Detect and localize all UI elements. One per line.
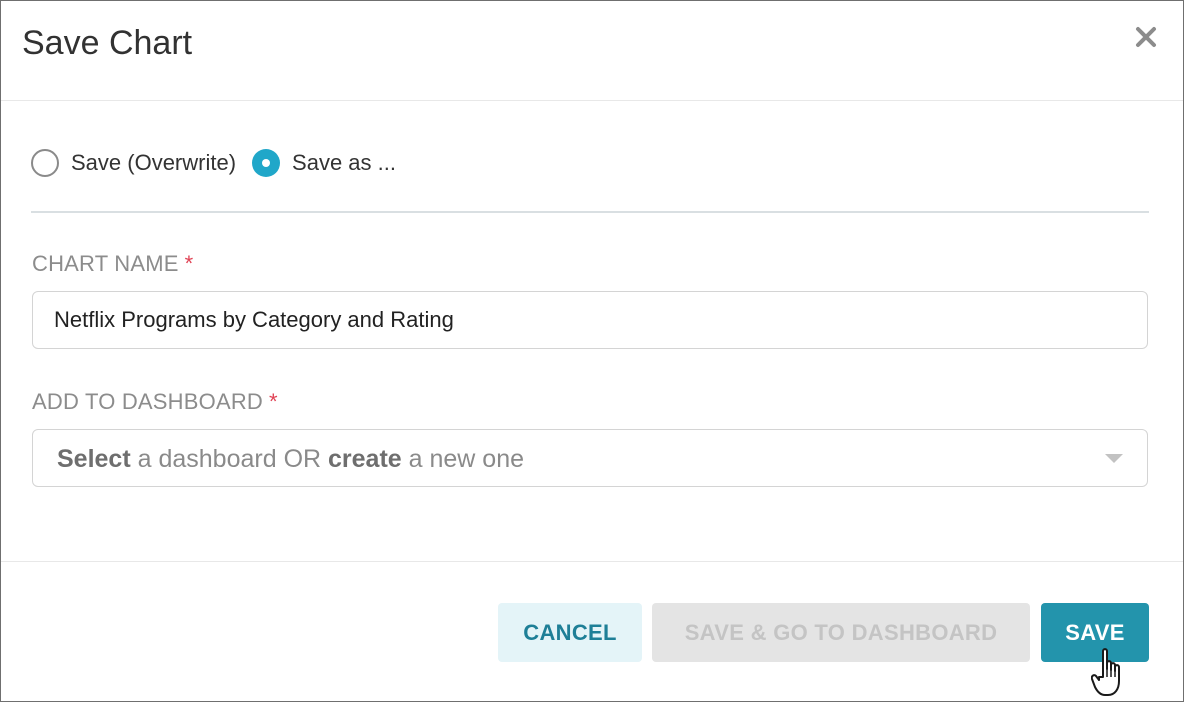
save-chart-dialog: Save Chart Save (Overwrite) Save as ... …	[0, 0, 1184, 702]
footer-divider	[1, 561, 1183, 562]
dialog-title: Save Chart	[22, 24, 193, 62]
radio-button-checked[interactable]	[252, 149, 281, 177]
cancel-button[interactable]: CANCEL	[498, 603, 642, 662]
dashboard-label-text: ADD TO DASHBOARD	[32, 389, 263, 414]
save-and-go-to-dashboard-button: SAVE & GO TO DASHBOARD	[652, 603, 1030, 662]
close-button[interactable]	[1132, 23, 1160, 51]
dialog-header: Save Chart	[1, 1, 1183, 101]
placeholder-create-word: create	[328, 445, 402, 473]
save-mode-radio-group: Save (Overwrite) Save as ...	[31, 145, 412, 181]
dashboard-select-placeholder: Select a dashboard OR create a new one	[57, 445, 524, 473]
chart-name-label: CHART NAME *	[32, 251, 193, 277]
radio-button-unchecked[interactable]	[31, 149, 59, 177]
chart-name-label-text: CHART NAME	[32, 251, 179, 276]
save-button[interactable]: SAVE	[1041, 603, 1149, 662]
radio-label-overwrite: Save (Overwrite)	[71, 150, 237, 175]
placeholder-end-text: a new one	[401, 445, 525, 473]
radio-label-save-as: Save as ...	[292, 150, 396, 175]
caret-down-icon	[1105, 454, 1123, 463]
close-icon	[1136, 27, 1156, 47]
dashboard-label: ADD TO DASHBOARD *	[32, 389, 278, 415]
radio-option-save-as[interactable]: Save as ...	[252, 149, 396, 177]
placeholder-middle-text: a dashboard OR	[130, 445, 329, 473]
radio-option-overwrite[interactable]: Save (Overwrite)	[31, 149, 236, 177]
chart-name-input[interactable]	[32, 291, 1148, 349]
section-divider	[31, 211, 1149, 213]
dashboard-select[interactable]: Select a dashboard OR create a new one	[32, 429, 1148, 487]
required-asterisk: *	[184, 251, 194, 276]
required-asterisk: *	[269, 389, 278, 414]
placeholder-select-word: Select	[57, 445, 131, 473]
